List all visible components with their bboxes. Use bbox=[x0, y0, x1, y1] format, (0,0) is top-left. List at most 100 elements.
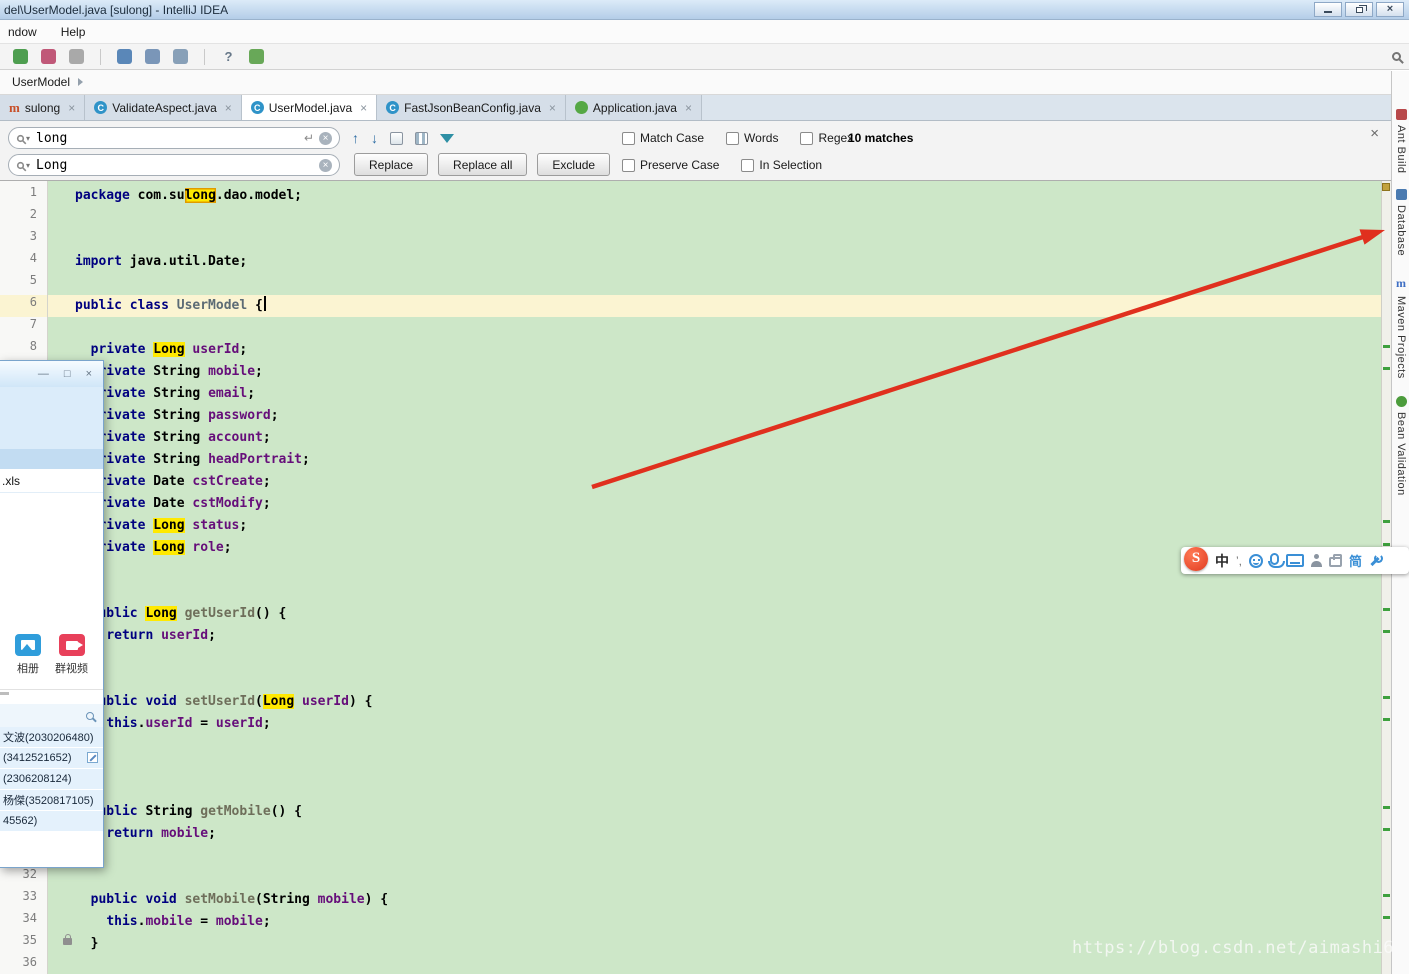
pink-flower-icon[interactable] bbox=[41, 49, 56, 64]
qq-contact-row[interactable]: 文波(2030206480) bbox=[0, 727, 103, 747]
qq-file-item[interactable]: .xls bbox=[0, 469, 103, 493]
qq-action-群视频[interactable]: 群视频 bbox=[55, 634, 88, 676]
tab-sulong[interactable]: m sulong × bbox=[0, 95, 86, 120]
toolbox-icon[interactable] bbox=[1329, 554, 1342, 567]
qq-close-icon[interactable]: × bbox=[86, 368, 92, 380]
tool-window-button-bean-validation[interactable]: Bean Validation bbox=[1393, 396, 1409, 496]
sogou-logo-icon[interactable]: S bbox=[1184, 546, 1208, 571]
export-icon[interactable] bbox=[173, 49, 188, 64]
tab-fastjsonbeanconfig-java[interactable]: C FastJsonBeanConfig.java × bbox=[377, 95, 566, 120]
close-button[interactable]: × bbox=[1376, 2, 1404, 17]
tool-window-button-maven-projects[interactable]: m Maven Projects bbox=[1393, 276, 1409, 379]
code-area[interactable]: package com.sulong.dao.model; import java… bbox=[48, 181, 1391, 974]
qq-contact-row[interactable]: (3412521652) bbox=[0, 748, 103, 768]
inspection-status-indicator[interactable] bbox=[1382, 183, 1390, 191]
replace-all-button[interactable]: Replace all bbox=[438, 153, 528, 176]
qq-contact-row[interactable]: 45562) bbox=[0, 811, 103, 831]
checkbox-in-selection[interactable]: In Selection bbox=[741, 158, 822, 172]
keyboard-icon[interactable] bbox=[1286, 554, 1304, 567]
code-line: } bbox=[48, 845, 1391, 867]
run-settings-icon[interactable] bbox=[13, 49, 28, 64]
search-match-marker[interactable] bbox=[1383, 696, 1390, 699]
search-history-dropdown-icon[interactable]: ▾ bbox=[26, 134, 30, 143]
search-match-marker[interactable] bbox=[1383, 916, 1390, 919]
highlight-results-icon[interactable] bbox=[415, 131, 428, 145]
qq-search-row[interactable] bbox=[0, 704, 103, 727]
line-number: 8 bbox=[29, 339, 37, 353]
menu-item-ndow[interactable]: ndow bbox=[4, 23, 41, 41]
breadcrumb[interactable]: UserModel bbox=[6, 73, 76, 91]
qq-action-相册[interactable]: 相册 bbox=[15, 634, 41, 676]
search-match-marker[interactable] bbox=[1383, 543, 1390, 546]
emoji-icon[interactable] bbox=[1249, 553, 1263, 568]
search-match-marker[interactable] bbox=[1383, 630, 1390, 633]
replace-input[interactable] bbox=[32, 157, 319, 173]
search-match-marker[interactable] bbox=[1383, 828, 1390, 831]
search-match-marker[interactable] bbox=[1383, 608, 1390, 611]
code-line: public class UserModel { bbox=[48, 295, 1391, 317]
tab-close-icon[interactable]: × bbox=[360, 102, 367, 114]
tab-close-icon[interactable]: × bbox=[549, 102, 556, 114]
edit-icon[interactable] bbox=[87, 752, 98, 763]
tab-close-icon[interactable]: × bbox=[68, 102, 75, 114]
plugin-icon[interactable] bbox=[249, 49, 264, 64]
tool-window-button-database[interactable]: Database bbox=[1393, 189, 1409, 256]
skin-icon[interactable] bbox=[1311, 554, 1322, 567]
minimize-button[interactable] bbox=[1314, 2, 1342, 17]
search-match-marker[interactable] bbox=[1383, 367, 1390, 370]
replace-field[interactable]: ▾ × bbox=[8, 154, 340, 176]
tab-usermodel-java[interactable]: C UserModel.java × bbox=[241, 95, 378, 120]
tab-application-java[interactable]: Application.java × bbox=[565, 95, 702, 120]
search-everywhere-icon[interactable] bbox=[1392, 50, 1401, 64]
replace-history-dropdown-icon[interactable]: ▾ bbox=[26, 161, 30, 170]
replace-button[interactable]: Replace bbox=[354, 153, 429, 176]
ime-language-mode[interactable]: 中 bbox=[1215, 551, 1229, 571]
copy-icon[interactable] bbox=[145, 49, 160, 64]
search-input[interactable] bbox=[32, 130, 304, 146]
build-icon[interactable] bbox=[117, 49, 132, 64]
qq-contact-row[interactable]: 杨傑(3520817105) bbox=[0, 790, 103, 810]
newline-icon[interactable]: ↵ bbox=[304, 131, 314, 145]
restore-button[interactable] bbox=[1345, 2, 1373, 17]
menu-item-help[interactable]: Help bbox=[57, 23, 90, 41]
checkbox-box[interactable] bbox=[622, 131, 635, 145]
checkbox-words[interactable]: Words bbox=[726, 131, 778, 145]
close-find-bar-icon[interactable]: × bbox=[1370, 126, 1379, 141]
code-line: return mobile; bbox=[106, 826, 216, 841]
checkbox-regex[interactable]: Regex bbox=[800, 131, 853, 145]
checkbox-box[interactable] bbox=[741, 158, 755, 172]
stop-icon[interactable] bbox=[69, 49, 84, 64]
exclude-button[interactable]: Exclude bbox=[537, 153, 611, 176]
checkbox-box[interactable] bbox=[726, 131, 740, 145]
ime-punctuation-mode[interactable]: ’, bbox=[1236, 554, 1242, 568]
checkbox-box[interactable] bbox=[800, 131, 814, 145]
microphone-icon[interactable] bbox=[1268, 553, 1285, 568]
next-occurrence-icon[interactable]: ↓ bbox=[371, 130, 378, 146]
clear-search-icon[interactable]: × bbox=[319, 131, 332, 145]
tab-close-icon[interactable]: × bbox=[225, 102, 232, 114]
qq-maximize-icon[interactable]: □ bbox=[64, 368, 71, 380]
tab-validateaspect-java[interactable]: C ValidateAspect.java × bbox=[85, 95, 242, 120]
help-icon[interactable]: ? bbox=[221, 49, 236, 64]
checkbox-box[interactable] bbox=[622, 158, 635, 172]
clear-replace-icon[interactable]: × bbox=[319, 158, 332, 172]
search-match-marker[interactable] bbox=[1383, 345, 1390, 348]
tab-close-icon[interactable]: × bbox=[685, 102, 692, 114]
simplified-chinese-mode[interactable]: 简 bbox=[1349, 551, 1362, 570]
scrollbar-markers[interactable] bbox=[1381, 181, 1391, 974]
search-match-marker[interactable] bbox=[1383, 718, 1390, 721]
wrench-icon[interactable] bbox=[1369, 553, 1384, 568]
qq-contact-row[interactable]: (2306208124) bbox=[0, 769, 103, 789]
checkbox-preserve-case[interactable]: Preserve Case bbox=[622, 158, 719, 172]
tool-window-button-ant-build[interactable]: Ant Build bbox=[1393, 109, 1409, 174]
filter-icon[interactable] bbox=[440, 133, 454, 143]
search-match-marker[interactable] bbox=[1383, 894, 1390, 897]
editor[interactable]: 1234567891011121314151617181920212223242… bbox=[0, 181, 1391, 974]
search-field[interactable]: ▾ ↵ × bbox=[8, 127, 340, 149]
checkbox-match-case[interactable]: Match Case bbox=[622, 131, 704, 145]
search-match-marker[interactable] bbox=[1383, 806, 1390, 809]
previous-occurrence-icon[interactable]: ↑ bbox=[352, 130, 359, 146]
find-all-occurrences-icon[interactable] bbox=[390, 131, 403, 145]
search-match-marker[interactable] bbox=[1383, 520, 1390, 523]
qq-minimize-icon[interactable]: — bbox=[38, 368, 49, 380]
